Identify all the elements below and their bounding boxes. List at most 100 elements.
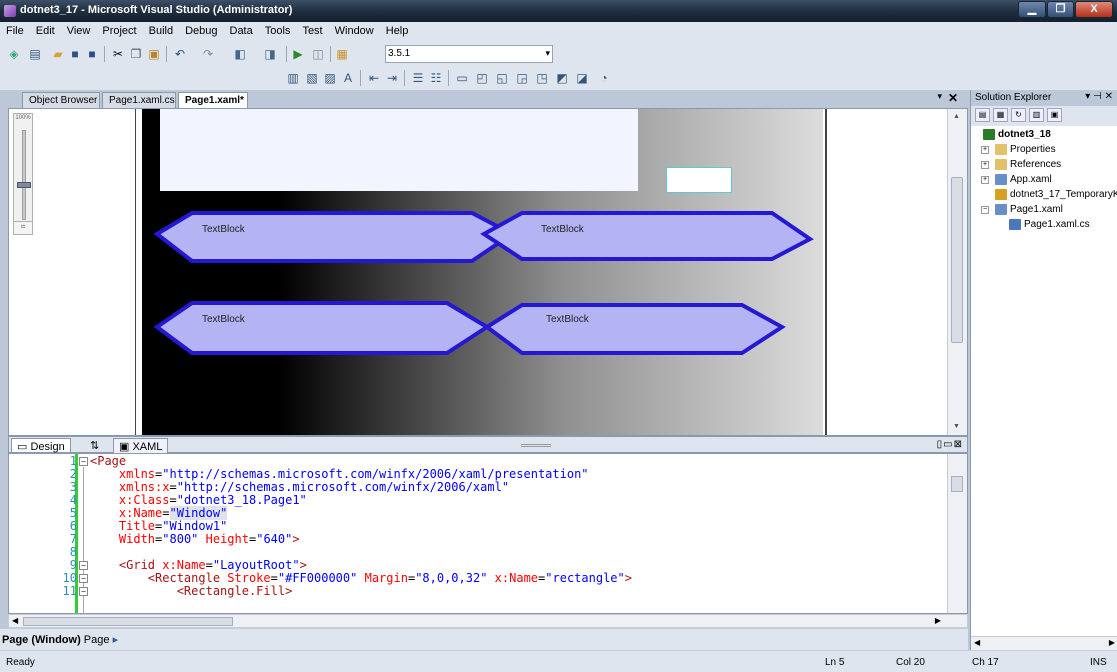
tree-item[interactable]: Page1.xaml — [995, 203, 1117, 217]
page-artboard[interactable]: TextBlock TextBlock TextBlock TextBlock — [142, 109, 823, 435]
refresh-icon[interactable]: ↻ — [1011, 108, 1026, 122]
scroll-right-icon[interactable]: ▶ — [935, 616, 941, 625]
menu-project[interactable]: Project — [96, 22, 142, 42]
tree-item[interactable]: dotnet3_17_TemporaryKey.pfx — [995, 188, 1117, 202]
clear-bookmarks-icon[interactable]: ◔ — [596, 70, 612, 86]
menu-help[interactable]: Help — [380, 22, 415, 42]
increase-indent-icon[interactable]: ⇥ — [384, 70, 400, 86]
xaml-code-editor[interactable]: 1− <Page 2 xmlns="http://schemas.microsoft… — [8, 453, 968, 614]
save-icon[interactable]: ■ — [67, 46, 83, 62]
designer-vertical-scrollbar[interactable]: ▲ ▼ — [947, 109, 967, 435]
textblock-label[interactable]: TextBlock — [541, 224, 585, 235]
tree-expander-icon[interactable]: + — [981, 176, 989, 184]
collapse-icon[interactable]: − — [79, 587, 88, 596]
hexagon-shape[interactable] — [483, 303, 786, 355]
zoom-track[interactable] — [22, 130, 26, 220]
code-vertical-scrollbar[interactable] — [947, 454, 967, 613]
dropdown-icon[interactable]: ▾ — [1085, 91, 1093, 102]
comment-icon[interactable]: ☰ — [410, 70, 426, 86]
scroll-up-icon[interactable]: ▲ — [953, 113, 960, 120]
align-centers-icon[interactable]: ▨ — [322, 70, 338, 86]
prev-bookmark-icon[interactable]: ◰ — [474, 70, 490, 86]
scroll-down-icon[interactable]: ▼ — [953, 423, 960, 430]
prev-bookmark-folder-icon[interactable]: ◲ — [514, 70, 530, 86]
collapse-icon[interactable]: − — [79, 574, 88, 583]
properties-icon[interactable]: ▤ — [975, 108, 990, 122]
tab-page1-xaml[interactable]: Page1.xaml* — [178, 92, 248, 108]
tree-expander-icon[interactable]: − — [981, 206, 989, 214]
tab-design[interactable]: ▭ Design — [11, 438, 71, 453]
add-item-icon[interactable]: ▤ — [27, 46, 43, 62]
navigate-forward-icon[interactable]: ◨ — [262, 46, 278, 62]
collapse-icon[interactable]: − — [79, 457, 88, 466]
new-project-icon[interactable]: ◈ — [6, 46, 22, 62]
cut-icon[interactable]: ✂ — [110, 46, 126, 62]
menu-file[interactable]: File — [0, 22, 30, 42]
textblock-label[interactable]: TextBlock — [202, 224, 246, 235]
tree-expander-icon[interactable]: + — [981, 161, 989, 169]
tab-list-icon[interactable]: ▾ — [937, 91, 942, 102]
breadcrumb-page[interactable]: Page — [84, 634, 110, 646]
tree-item[interactable]: dotnet3_18 — [983, 128, 1117, 142]
menu-tools[interactable]: Tools — [259, 22, 297, 42]
maximize-icon[interactable]: ❐ — [1047, 1, 1074, 18]
tree-item[interactable]: References — [995, 158, 1117, 172]
solution-explorer-hscroll[interactable]: ◀ ▶ — [971, 636, 1117, 650]
find-icon[interactable]: ◫ — [310, 46, 326, 62]
close-tab-icon[interactable]: ✕ — [948, 91, 958, 105]
decrease-indent-icon[interactable]: ⇤ — [366, 70, 382, 86]
code-line[interactable]: 11− <Rectangle.Fill> — [9, 585, 939, 598]
scroll-left-icon[interactable]: ◀ — [12, 616, 18, 625]
pin-icon[interactable]: ⊣ — [1093, 91, 1105, 102]
view-code-icon[interactable]: ▥ — [1029, 108, 1044, 122]
scroll-thumb[interactable] — [951, 177, 963, 343]
h-scroll-thumb[interactable] — [23, 617, 233, 626]
uncomment-icon[interactable]: ☷ — [428, 70, 444, 86]
zoom-thumb[interactable] — [17, 182, 31, 188]
undo-icon[interactable]: ↶ — [172, 46, 188, 62]
start-debugging-icon[interactable]: ▶ — [290, 46, 306, 62]
swap-panes-icon[interactable]: ⇅ — [85, 438, 104, 453]
menu-window[interactable]: Window — [329, 22, 380, 42]
code-scroll-thumb[interactable] — [951, 476, 963, 492]
show-all-files-icon[interactable]: ▦ — [993, 108, 1008, 122]
split-handle[interactable] — [521, 444, 551, 447]
tree-expander-icon[interactable]: + — [981, 146, 989, 154]
menu-test[interactable]: Test — [296, 22, 328, 42]
menu-edit[interactable]: Edit — [30, 22, 61, 42]
view-designer-icon[interactable]: ▣ — [1047, 108, 1062, 122]
collapse-icon[interactable]: − — [79, 561, 88, 570]
close-panel-icon[interactable]: ✕ — [1105, 91, 1113, 102]
save-all-icon[interactable]: ■ — [84, 46, 100, 62]
close-button[interactable]: X — [1075, 1, 1113, 18]
bookmark-doc-next-icon[interactable]: ◪ — [574, 70, 590, 86]
hexagon-shape[interactable] — [480, 211, 814, 261]
xaml-designer-surface[interactable]: 100% ⌗ TextBlock TextBlock TextBlock TextBl… — [8, 108, 968, 436]
tree-item[interactable]: Properties — [995, 143, 1117, 157]
menu-debug[interactable]: Debug — [179, 22, 223, 42]
code-horizontal-scrollbar[interactable]: ◀ ▶ — [8, 614, 968, 628]
menu-data[interactable]: Data — [224, 22, 259, 42]
hexagon-shape[interactable] — [153, 301, 491, 355]
menu-build[interactable]: Build — [143, 22, 179, 42]
textblock-label[interactable]: TextBlock — [546, 314, 590, 325]
copy-icon[interactable]: ❐ — [128, 46, 144, 62]
tab-page1-xaml-cs[interactable]: Page1.xaml.cs — [102, 92, 176, 108]
framework-select[interactable]: 3.5.1 ▾ — [385, 45, 553, 63]
tab-xaml[interactable]: ▣ XAML — [113, 438, 169, 453]
tree-item[interactable]: App.xaml — [995, 173, 1117, 187]
font-size-icon[interactable]: A — [340, 70, 356, 86]
align-lefts-icon[interactable]: ▧ — [304, 70, 320, 86]
paste-icon[interactable]: ▣ — [146, 46, 162, 62]
navigate-backward-icon[interactable]: ◧ — [232, 46, 248, 62]
fit-to-window-icon[interactable]: ⌗ — [13, 221, 33, 235]
zoom-slider[interactable]: 100% — [13, 113, 33, 233]
menu-view[interactable]: View — [61, 22, 97, 42]
tab-object-browser[interactable]: Object Browser — [22, 92, 100, 108]
tree-item[interactable]: Page1.xaml.cs — [1009, 218, 1117, 232]
next-bookmark-icon[interactable]: ◱ — [494, 70, 510, 86]
align-grid-icon[interactable]: ▥ — [285, 70, 301, 86]
code-line[interactable]: 7 Width="800" Height="640"> — [9, 533, 939, 546]
bookmark-doc-prev-icon[interactable]: ◩ — [554, 70, 570, 86]
open-file-icon[interactable]: ▰ — [50, 46, 66, 62]
